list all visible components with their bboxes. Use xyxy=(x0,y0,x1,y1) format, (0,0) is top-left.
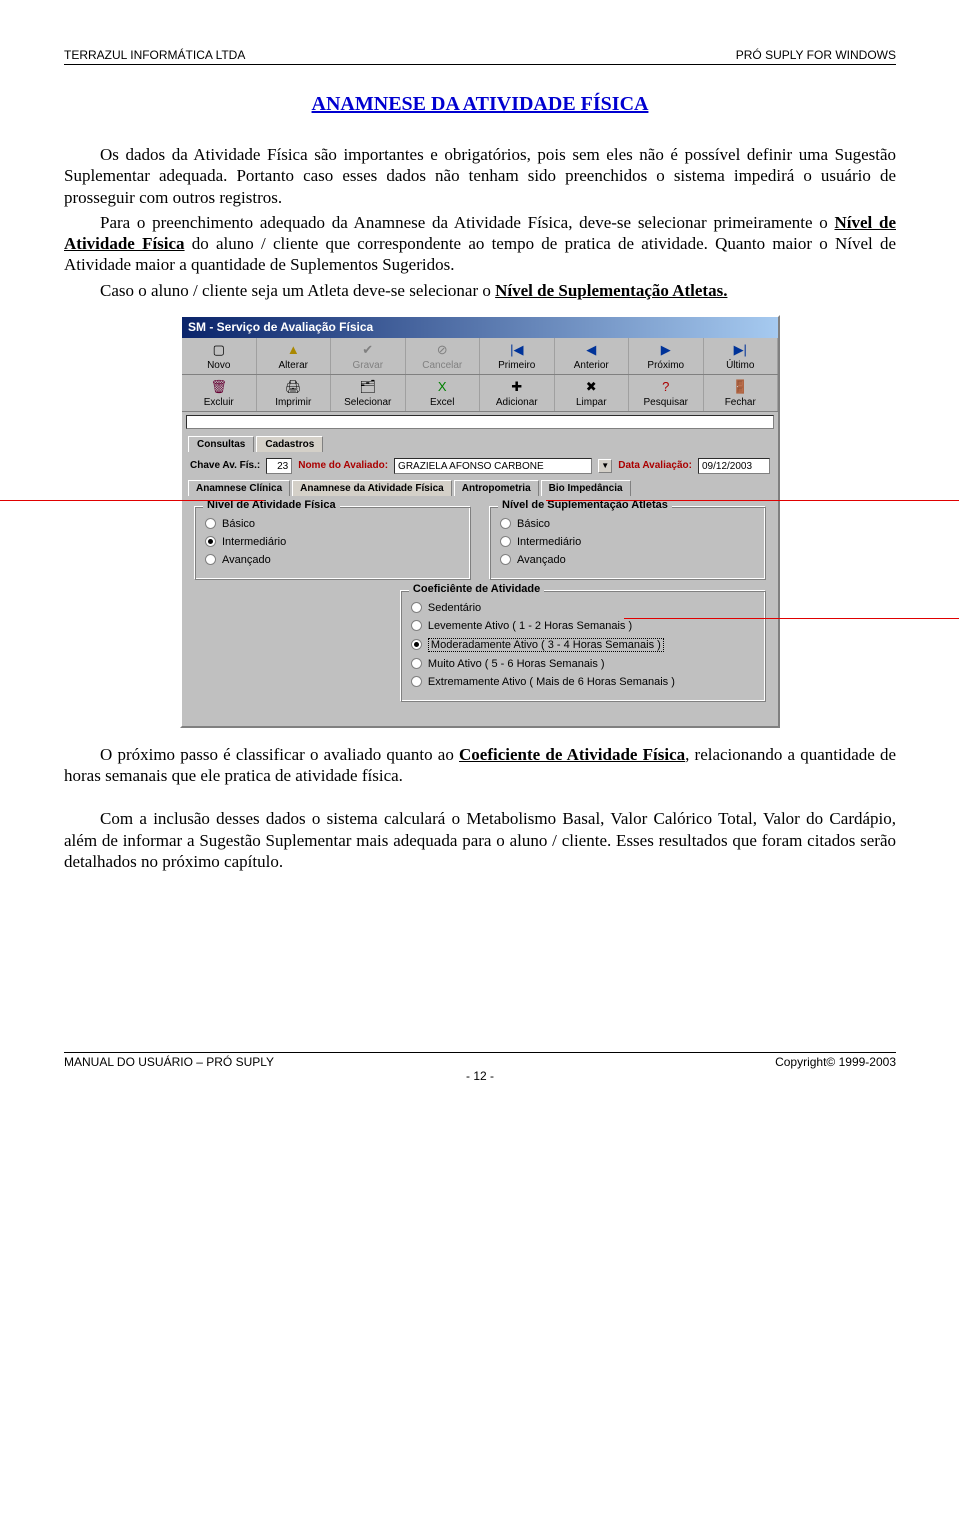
cancel-icon: ⊘ xyxy=(406,342,480,358)
add-icon: ✚ xyxy=(480,379,554,395)
radio-coef-levemente[interactable]: Levemente Ativo ( 1 - 2 Horas Semanais ) xyxy=(411,617,755,635)
select-icon: 🗂 xyxy=(331,379,405,395)
next-icon: ▶ xyxy=(629,342,703,358)
footer-right: Copyright© 1999-2003 xyxy=(775,1055,896,1069)
tbtn-gravar: ✔Gravar xyxy=(331,338,406,374)
connector-line-nivel xyxy=(0,500,264,501)
radio-coef-extremo[interactable]: Extremamente Ativo ( Mais de 6 Horas Sem… xyxy=(411,673,755,691)
radio-icon xyxy=(500,536,511,547)
subtab-bioimped[interactable]: Bio Impedância xyxy=(541,480,631,496)
paragraph-1: Os dados da Atividade Física são importa… xyxy=(64,144,896,208)
doc-footer: MANUAL DO USUÁRIO – PRÓ SUPLY Copyright©… xyxy=(64,1052,896,1083)
radio-icon xyxy=(411,676,422,687)
connector-line-supl xyxy=(546,500,959,501)
connector-line-coef xyxy=(624,618,959,619)
app-window: SM - Serviço de Avaliação Física ▢Novo ▲… xyxy=(180,315,780,728)
header-right: PRÓ SUPLY FOR WINDOWS xyxy=(736,48,896,62)
tbtn-limpar[interactable]: ✖Limpar xyxy=(555,375,630,411)
radio-icon xyxy=(411,639,422,650)
tab-cadastros[interactable]: Cadastros xyxy=(256,436,323,452)
radio-icon xyxy=(411,658,422,669)
new-icon: ▢ xyxy=(182,342,256,358)
tbtn-fechar[interactable]: 🚪Fechar xyxy=(704,375,779,411)
paragraph-4: O próximo passo é classificar o avaliado… xyxy=(64,744,896,787)
date-label: Data Avaliação: xyxy=(618,460,692,471)
radio-supl-intermediario[interactable]: Intermediário xyxy=(500,533,755,551)
edit-icon: ▲ xyxy=(257,342,331,358)
radio-nivel-basico[interactable]: Básico xyxy=(205,515,460,533)
group-supl-atletas: Nível de Suplementação Atletas Básico In… xyxy=(489,506,766,580)
tbtn-ultimo[interactable]: ▶|Último xyxy=(704,338,779,374)
subtab-atividade[interactable]: Anamnese da Atividade Física xyxy=(292,480,452,496)
tbtn-selecionar[interactable]: 🗂Selecionar xyxy=(331,375,406,411)
tbtn-novo[interactable]: ▢Novo xyxy=(182,338,257,374)
radio-supl-basico[interactable]: Básico xyxy=(500,515,755,533)
group-coef-atividade: Coeficiênte de Atividade Sedentário Leve… xyxy=(400,590,766,702)
paragraph-2: Para o preenchimento adequado da Anamnes… xyxy=(64,212,896,276)
subtab-antropometria[interactable]: Antropometria xyxy=(454,480,539,496)
tbtn-pesquisar[interactable]: ?Pesquisar xyxy=(629,375,704,411)
radio-icon xyxy=(500,554,511,565)
subtab-clinica[interactable]: Anamnese Clínica xyxy=(188,480,290,496)
radio-icon xyxy=(205,518,216,529)
prev-icon: ◀ xyxy=(555,342,629,358)
header-left: TERRAZUL INFORMÁTICA LTDA xyxy=(64,48,245,62)
delete-icon: 🗑 xyxy=(182,379,256,395)
window-title: SM - Serviço de Avaliação Física xyxy=(182,317,778,338)
record-form-row: Chave Av. Fís.: 23 Nome do Avaliado: GRA… xyxy=(182,452,778,476)
toolbar-row-1: ▢Novo ▲Alterar ✔Gravar ⊘Cancelar |◀Prime… xyxy=(182,338,778,375)
sub-tabs: Anamnese Clínica Anamnese da Atividade F… xyxy=(182,476,778,496)
date-field[interactable]: 09/12/2003 xyxy=(698,458,770,474)
main-tabs: Consultas Cadastros xyxy=(182,432,778,452)
search-icon: ? xyxy=(629,379,703,395)
page-title: ANAMNESE DA ATIVIDADE FÍSICA xyxy=(64,93,896,116)
tab-consultas[interactable]: Consultas xyxy=(188,436,254,452)
tbtn-imprimir[interactable]: 🖨Imprimir xyxy=(257,375,332,411)
radio-icon xyxy=(500,518,511,529)
close-icon: 🚪 xyxy=(704,379,778,395)
first-icon: |◀ xyxy=(480,342,554,358)
radio-supl-avancado[interactable]: Avançado xyxy=(500,551,755,569)
print-icon: 🖨 xyxy=(257,379,331,395)
tbtn-alterar[interactable]: ▲Alterar xyxy=(257,338,332,374)
name-field[interactable]: GRAZIELA AFONSO CARBONE xyxy=(394,458,592,474)
group-nivel-atividade: Nível de Atividade Física Básico Interme… xyxy=(194,506,471,580)
footer-left: MANUAL DO USUÁRIO – PRÓ SUPLY xyxy=(64,1055,274,1069)
toolbar-row-2: 🗑Excluir 🖨Imprimir 🗂Selecionar XExcel ✚A… xyxy=(182,375,778,412)
tbtn-anterior[interactable]: ◀Anterior xyxy=(555,338,630,374)
radio-icon xyxy=(205,554,216,565)
tbtn-adicionar[interactable]: ✚Adicionar xyxy=(480,375,555,411)
paragraph-5: Com a inclusão desses dados o sistema ca… xyxy=(64,808,896,872)
tbtn-primeiro[interactable]: |◀Primeiro xyxy=(480,338,555,374)
paragraph-3: Caso o aluno / cliente seja um Atleta de… xyxy=(64,280,896,301)
page-number: - 12 - xyxy=(64,1069,896,1083)
key-field[interactable]: 23 xyxy=(266,458,292,474)
radio-nivel-avancado[interactable]: Avançado xyxy=(205,551,460,569)
key-label: Chave Av. Fís.: xyxy=(190,460,260,471)
radio-icon xyxy=(205,536,216,547)
legend-coef: Coeficiênte de Atividade xyxy=(409,583,544,595)
clear-icon: ✖ xyxy=(555,379,629,395)
status-field xyxy=(186,415,774,429)
radio-icon xyxy=(411,620,422,631)
radio-coef-moderado[interactable]: Moderadamente Ativo ( 3 - 4 Horas Semana… xyxy=(411,635,755,655)
doc-header: TERRAZUL INFORMÁTICA LTDA PRÓ SUPLY FOR … xyxy=(64,48,896,65)
radio-coef-muito[interactable]: Muito Ativo ( 5 - 6 Horas Semanais ) xyxy=(411,655,755,673)
tbtn-excluir[interactable]: 🗑Excluir xyxy=(182,375,257,411)
name-label: Nome do Avaliado: xyxy=(298,460,388,471)
name-dropdown[interactable]: ▼ xyxy=(598,459,612,473)
excel-icon: X xyxy=(406,379,480,395)
radio-coef-sedentario[interactable]: Sedentário xyxy=(411,599,755,617)
radio-icon xyxy=(411,602,422,613)
save-icon: ✔ xyxy=(331,342,405,358)
last-icon: ▶| xyxy=(704,342,778,358)
tbtn-excel[interactable]: XExcel xyxy=(406,375,481,411)
tbtn-cancelar: ⊘Cancelar xyxy=(406,338,481,374)
tbtn-proximo[interactable]: ▶Próximo xyxy=(629,338,704,374)
radio-nivel-intermediario[interactable]: Intermediário xyxy=(205,533,460,551)
